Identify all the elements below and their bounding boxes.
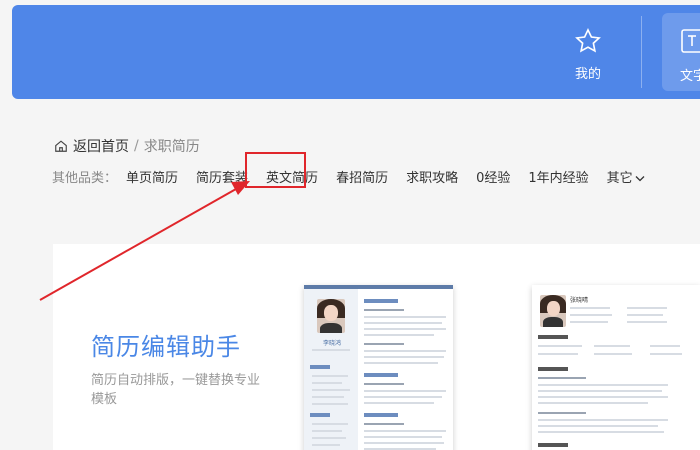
star-icon bbox=[575, 27, 601, 52]
category-single-page[interactable]: 单页简历 bbox=[123, 167, 181, 186]
my-button[interactable]: 我的 bbox=[560, 5, 616, 99]
category-resume-set[interactable]: 简历套装 bbox=[193, 167, 251, 186]
header-divider bbox=[641, 16, 642, 88]
document-button[interactable]: 文字 bbox=[662, 13, 700, 91]
category-spring-recruit[interactable]: 春招简历 bbox=[333, 167, 391, 186]
resume-photo bbox=[540, 295, 566, 327]
category-no-experience[interactable]: 0经验 bbox=[473, 167, 513, 186]
category-nav: 其他品类： 单页简历 简历套装 英文简历 春招简历 求职攻略 0经验 1年内经验… bbox=[52, 167, 648, 186]
breadcrumb-current: 求职简历 bbox=[143, 139, 200, 155]
category-more-dropdown[interactable]: 其它 bbox=[604, 167, 648, 186]
document-icon bbox=[681, 29, 700, 53]
resume-name: 李晓鸿 bbox=[322, 340, 341, 347]
resume-preview-2[interactable]: 张晓晴 bbox=[532, 285, 700, 450]
breadcrumb-separator: / bbox=[134, 138, 139, 154]
category-more-label: 其它 bbox=[606, 171, 633, 186]
card-title: 简历编辑助手 bbox=[91, 333, 241, 361]
card-description: 简历自动排版，一键替换专业模板 bbox=[91, 373, 261, 407]
resume-preview-1[interactable]: 李晓鸿 bbox=[304, 285, 453, 450]
chevron-down-icon bbox=[635, 176, 645, 182]
breadcrumb: 返回首页 / 求职简历 bbox=[54, 136, 200, 156]
breadcrumb-home-link[interactable]: 返回首页 bbox=[73, 136, 129, 156]
resume-photo bbox=[317, 299, 345, 333]
home-icon[interactable] bbox=[54, 139, 68, 153]
my-button-label: 我的 bbox=[574, 66, 601, 82]
category-under-1yr[interactable]: 1年内经验 bbox=[525, 167, 591, 186]
highlight-box bbox=[245, 152, 306, 188]
category-nav-label: 其他品类： bbox=[52, 171, 118, 186]
document-button-label: 文字 bbox=[680, 69, 700, 84]
category-job-tips[interactable]: 求职攻略 bbox=[403, 167, 461, 186]
resume-name: 张晓晴 bbox=[570, 297, 589, 304]
